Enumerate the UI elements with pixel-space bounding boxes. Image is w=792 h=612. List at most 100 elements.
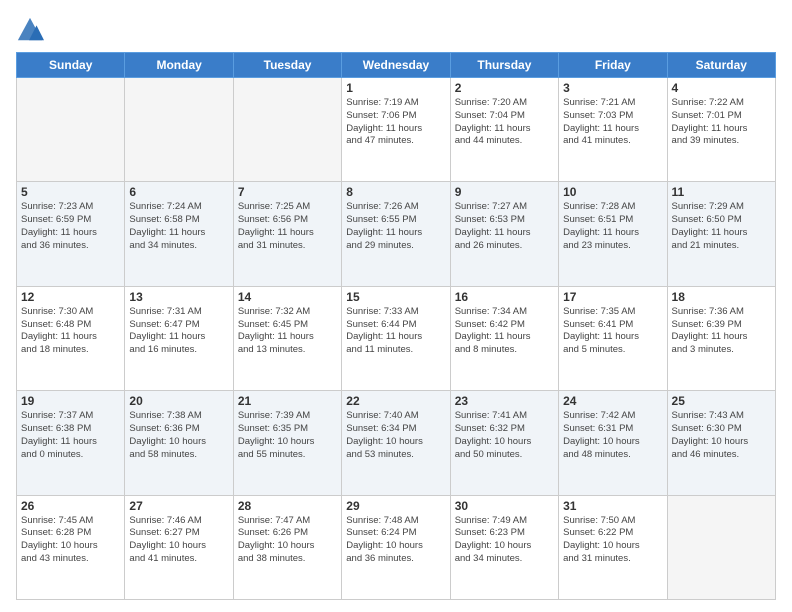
calendar-cell: 10 Sunrise: 7:28 AM Sunset: 6:51 PM Dayli… — [559, 182, 667, 286]
calendar-cell: 17 Sunrise: 7:35 AM Sunset: 6:41 PM Dayli… — [559, 286, 667, 390]
calendar-cell: 3Sunrise: 7:21 AM Sunset: 7:03 PM Daylig… — [559, 78, 667, 182]
day-number: 7 — [238, 185, 337, 199]
day-number: 14 — [238, 290, 337, 304]
cell-info: Sunrise: 7:26 AM Sunset: 6:55 PM Dayligh… — [346, 201, 445, 252]
day-number: 29 — [346, 499, 445, 513]
day-number: 30 — [455, 499, 554, 513]
cell-info: Sunrise: 7:33 AM Sunset: 6:44 PM Dayligh… — [346, 306, 445, 357]
day-number: 17 — [563, 290, 662, 304]
calendar-cell: 7Sunrise: 7:25 AM Sunset: 6:56 PM Daylig… — [233, 182, 341, 286]
calendar-cell: 15 Sunrise: 7:33 AM Sunset: 6:44 PM Dayli… — [342, 286, 450, 390]
cell-info: Sunrise: 7:19 AM Sunset: 7:06 PM Dayligh… — [346, 97, 445, 148]
calendar-cell: 5 Sunrise: 7:23 AM Sunset: 6:59 PM Daylig… — [17, 182, 125, 286]
cell-info: Sunrise: 7:24 AM Sunset: 6:58 PM Dayligh… — [129, 201, 228, 252]
day-number: 27 — [129, 499, 228, 513]
day-number: 9 — [455, 185, 554, 199]
calendar-cell: 28 Sunrise: 7:47 AM Sunset: 6:26 PM Dayli… — [233, 495, 341, 599]
day-header-friday: Friday — [559, 53, 667, 78]
day-number: 2 — [455, 81, 554, 95]
day-number: 15 — [346, 290, 445, 304]
calendar-cell: 11 Sunrise: 7:29 AM Sunset: 6:50 PM Dayli… — [667, 182, 775, 286]
calendar-cell: 9 Sunrise: 7:27 AM Sunset: 6:53 PM Daylig… — [450, 182, 558, 286]
calendar-cell: 18 Sunrise: 7:36 AM Sunset: 6:39 PM Dayli… — [667, 286, 775, 390]
day-header-tuesday: Tuesday — [233, 53, 341, 78]
calendar-cell: 27 Sunrise: 7:46 AM Sunset: 6:27 PM Dayli… — [125, 495, 233, 599]
day-header-monday: Monday — [125, 53, 233, 78]
calendar-cell: 20 Sunrise: 7:38 AM Sunset: 6:36 PM Dayli… — [125, 391, 233, 495]
week-row-0: 1 Sunrise: 7:19 AM Sunset: 7:06 PM Daylig… — [17, 78, 776, 182]
calendar-cell: 22 Sunrise: 7:40 AM Sunset: 6:34 PM Dayli… — [342, 391, 450, 495]
week-row-3: 19 Sunrise: 7:37 AM Sunset: 6:38 PM Dayli… — [17, 391, 776, 495]
cell-info: Sunrise: 7:23 AM Sunset: 6:59 PM Dayligh… — [21, 201, 120, 252]
day-number: 26 — [21, 499, 120, 513]
calendar-cell — [233, 78, 341, 182]
cell-info: Sunrise: 7:22 AM Sunset: 7:01 PM Dayligh… — [672, 97, 771, 148]
calendar-table: SundayMondayTuesdayWednesdayThursdayFrid… — [16, 52, 776, 600]
cell-info: Sunrise: 7:27 AM Sunset: 6:53 PM Dayligh… — [455, 201, 554, 252]
calendar-cell: 16 Sunrise: 7:34 AM Sunset: 6:42 PM Dayli… — [450, 286, 558, 390]
day-number: 28 — [238, 499, 337, 513]
day-number: 12 — [21, 290, 120, 304]
day-header-saturday: Saturday — [667, 53, 775, 78]
week-row-1: 5 Sunrise: 7:23 AM Sunset: 6:59 PM Daylig… — [17, 182, 776, 286]
page: SundayMondayTuesdayWednesdayThursdayFrid… — [0, 0, 792, 612]
day-number: 16 — [455, 290, 554, 304]
calendar-cell: 1 Sunrise: 7:19 AM Sunset: 7:06 PM Daylig… — [342, 78, 450, 182]
day-number: 20 — [129, 394, 228, 408]
cell-info: Sunrise: 7:37 AM Sunset: 6:38 PM Dayligh… — [21, 410, 120, 461]
day-number: 4 — [672, 81, 771, 95]
day-number: 23 — [455, 394, 554, 408]
day-number: 25 — [672, 394, 771, 408]
cell-info: Sunrise: 7:39 AM Sunset: 6:35 PM Dayligh… — [238, 410, 337, 461]
calendar-cell: 19 Sunrise: 7:37 AM Sunset: 6:38 PM Dayli… — [17, 391, 125, 495]
day-number: 10 — [563, 185, 662, 199]
calendar-body: 1 Sunrise: 7:19 AM Sunset: 7:06 PM Daylig… — [17, 78, 776, 600]
day-number: 21 — [238, 394, 337, 408]
cell-info: Sunrise: 7:30 AM Sunset: 6:48 PM Dayligh… — [21, 306, 120, 357]
cell-info: Sunrise: 7:20 AM Sunset: 7:04 PM Dayligh… — [455, 97, 554, 148]
cell-info: Sunrise: 7:40 AM Sunset: 6:34 PM Dayligh… — [346, 410, 445, 461]
cell-info: Sunrise: 7:34 AM Sunset: 6:42 PM Dayligh… — [455, 306, 554, 357]
day-number: 5 — [21, 185, 120, 199]
day-header-sunday: Sunday — [17, 53, 125, 78]
day-header-thursday: Thursday — [450, 53, 558, 78]
calendar-header: SundayMondayTuesdayWednesdayThursdayFrid… — [17, 53, 776, 78]
cell-info: Sunrise: 7:45 AM Sunset: 6:28 PM Dayligh… — [21, 515, 120, 566]
calendar-cell: 31 Sunrise: 7:50 AM Sunset: 6:22 PM Dayli… — [559, 495, 667, 599]
logo — [16, 16, 48, 44]
header — [16, 12, 776, 44]
cell-info: Sunrise: 7:21 AM Sunset: 7:03 PM Dayligh… — [563, 97, 662, 148]
cell-info: Sunrise: 7:32 AM Sunset: 6:45 PM Dayligh… — [238, 306, 337, 357]
cell-info: Sunrise: 7:49 AM Sunset: 6:23 PM Dayligh… — [455, 515, 554, 566]
calendar-cell — [17, 78, 125, 182]
day-number: 19 — [21, 394, 120, 408]
calendar-cell — [667, 495, 775, 599]
day-number: 31 — [563, 499, 662, 513]
cell-info: Sunrise: 7:28 AM Sunset: 6:51 PM Dayligh… — [563, 201, 662, 252]
logo-icon — [16, 16, 44, 44]
calendar-cell: 23 Sunrise: 7:41 AM Sunset: 6:32 PM Dayli… — [450, 391, 558, 495]
cell-info: Sunrise: 7:50 AM Sunset: 6:22 PM Dayligh… — [563, 515, 662, 566]
calendar-cell: 6 Sunrise: 7:24 AM Sunset: 6:58 PM Daylig… — [125, 182, 233, 286]
day-number: 11 — [672, 185, 771, 199]
day-number: 18 — [672, 290, 771, 304]
calendar-cell: 24Sunrise: 7:42 AM Sunset: 6:31 PM Dayli… — [559, 391, 667, 495]
cell-info: Sunrise: 7:46 AM Sunset: 6:27 PM Dayligh… — [129, 515, 228, 566]
calendar-cell: 26 Sunrise: 7:45 AM Sunset: 6:28 PM Dayli… — [17, 495, 125, 599]
calendar-cell — [125, 78, 233, 182]
cell-info: Sunrise: 7:38 AM Sunset: 6:36 PM Dayligh… — [129, 410, 228, 461]
day-number: 24 — [563, 394, 662, 408]
day-header-wednesday: Wednesday — [342, 53, 450, 78]
day-number: 8 — [346, 185, 445, 199]
day-number: 22 — [346, 394, 445, 408]
day-number: 6 — [129, 185, 228, 199]
cell-info: Sunrise: 7:36 AM Sunset: 6:39 PM Dayligh… — [672, 306, 771, 357]
cell-info: Sunrise: 7:29 AM Sunset: 6:50 PM Dayligh… — [672, 201, 771, 252]
cell-info: Sunrise: 7:43 AM Sunset: 6:30 PM Dayligh… — [672, 410, 771, 461]
cell-info: Sunrise: 7:35 AM Sunset: 6:41 PM Dayligh… — [563, 306, 662, 357]
calendar-cell: 29Sunrise: 7:48 AM Sunset: 6:24 PM Dayli… — [342, 495, 450, 599]
cell-info: Sunrise: 7:41 AM Sunset: 6:32 PM Dayligh… — [455, 410, 554, 461]
cell-info: Sunrise: 7:47 AM Sunset: 6:26 PM Dayligh… — [238, 515, 337, 566]
day-number: 1 — [346, 81, 445, 95]
week-row-2: 12 Sunrise: 7:30 AM Sunset: 6:48 PM Dayli… — [17, 286, 776, 390]
